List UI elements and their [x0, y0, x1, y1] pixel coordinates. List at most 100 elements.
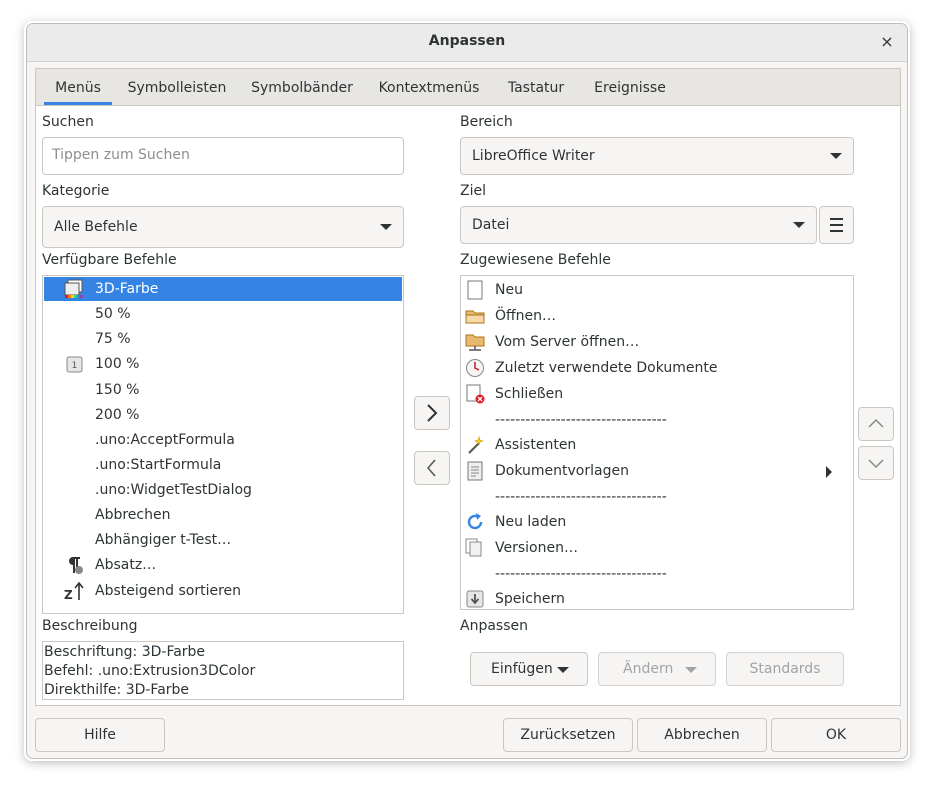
command-label: Abbrechen	[95, 507, 171, 523]
recent-documents-icon	[466, 359, 484, 377]
tab-frame: Menüs Symbolleisten Symbolbänder Kontext…	[35, 68, 901, 706]
tab-events[interactable]: Ereignisse	[586, 69, 674, 105]
list-item[interactable]: Z Absteigend sortieren	[44, 579, 402, 603]
list-item[interactable]: Öffnen…	[462, 303, 852, 329]
list-item[interactable]: 200 %	[44, 403, 402, 427]
assigned-commands-list[interactable]: Neu Öffnen… Vom Server öffnen… Zuletzt v…	[460, 275, 854, 610]
list-item[interactable]: 3D-Farbe	[44, 277, 402, 301]
list-item[interactable]: Abhängiger t-Test…	[44, 528, 402, 552]
list-item[interactable]: Abbrechen	[44, 503, 402, 527]
scope-value: LibreOffice Writer	[472, 148, 595, 164]
remove-command-button[interactable]	[414, 451, 450, 485]
chevron-left-icon	[427, 459, 436, 477]
list-item[interactable]: 75 %	[44, 327, 402, 351]
command-label: Vom Server öffnen…	[495, 334, 640, 350]
reset-button[interactable]: Zurücksetzen	[503, 718, 633, 752]
insert-button[interactable]: Einfügen	[470, 652, 588, 686]
tab-notebookbars[interactable]: Symbolbänder	[246, 69, 358, 105]
separator-label: ----------------------------------	[495, 566, 667, 582]
zoom-100-icon: 1	[66, 356, 83, 373]
separator-item[interactable]: ----------------------------------	[462, 561, 852, 587]
list-item[interactable]: Neu laden	[462, 509, 852, 535]
svg-text:1: 1	[72, 361, 78, 371]
list-item[interactable]: .uno:WidgetTestDialog	[44, 478, 402, 502]
list-item[interactable]: Zuletzt verwendete Dokumente	[462, 355, 852, 381]
command-label: Dokumentvorlagen	[495, 463, 629, 479]
available-commands-list[interactable]: 3D-Farbe 50 % 75 % 1 100 % 150 % 200 % .…	[42, 275, 404, 614]
list-item[interactable]: 50 %	[44, 302, 402, 326]
move-up-button[interactable]	[858, 407, 894, 441]
tab-toolbars[interactable]: Symbolleisten	[122, 69, 232, 105]
scope-label: Bereich	[460, 114, 513, 130]
modify-button-label: Ändern	[623, 661, 674, 677]
defaults-button[interactable]: Standards	[726, 652, 844, 686]
chevron-down-icon	[685, 667, 697, 673]
list-item[interactable]: Assistenten	[462, 432, 852, 458]
chevron-down-icon	[868, 459, 884, 469]
command-label: Assistenten	[495, 437, 577, 453]
description-line: Beschriftung: 3D-Farbe	[44, 644, 206, 660]
command-label: Schließen	[495, 386, 564, 402]
list-item[interactable]: Neu	[462, 277, 852, 303]
search-input[interactable]: Tippen zum Suchen	[42, 137, 404, 175]
list-item[interactable]: .uno:AcceptFormula	[44, 428, 402, 452]
title-bar: Anpassen ×	[27, 24, 907, 62]
target-value: Datei	[472, 217, 510, 233]
modify-button[interactable]: Ändern	[598, 652, 716, 686]
close-icon[interactable]: ×	[877, 32, 897, 52]
description-label: Beschreibung	[42, 618, 138, 634]
description-line: Befehl: .uno:Extrusion3DColor	[44, 663, 256, 679]
reload-icon	[467, 513, 483, 530]
3d-color-icon	[64, 279, 83, 298]
category-value: Alle Befehle	[54, 219, 138, 235]
paragraph-icon	[69, 557, 83, 574]
dialog-title: Anpassen	[428, 33, 506, 49]
save-icon	[466, 590, 484, 608]
move-down-button[interactable]	[858, 446, 894, 480]
remote-folder-icon	[465, 334, 485, 351]
list-item[interactable]: Versionen…	[462, 535, 852, 561]
separator-item[interactable]: ----------------------------------	[462, 484, 852, 510]
category-select[interactable]: Alle Befehle	[42, 206, 404, 248]
list-item[interactable]: 1 100 %	[44, 352, 402, 376]
svg-text:Z: Z	[64, 588, 73, 601]
list-item[interactable]: Schließen	[462, 381, 852, 407]
target-select[interactable]: Datei	[460, 206, 817, 244]
command-label: 75 %	[95, 331, 131, 347]
assigned-commands-label: Zugewiesene Befehle	[460, 252, 611, 268]
sort-descending-icon: Z	[64, 581, 84, 601]
target-menu-button[interactable]	[819, 206, 854, 244]
cancel-button[interactable]: Abbrechen	[637, 718, 767, 752]
help-button[interactable]: Hilfe	[35, 718, 165, 752]
list-item[interactable]: Absatz…	[44, 553, 402, 577]
list-item[interactable]: Speichern	[462, 586, 852, 609]
chevron-down-icon	[380, 224, 392, 230]
list-item[interactable]: Dokumentvorlagen	[462, 458, 852, 484]
scope-select[interactable]: LibreOffice Writer	[460, 137, 854, 175]
close-document-icon	[466, 384, 485, 404]
add-command-button[interactable]	[414, 396, 450, 430]
command-label: 150 %	[95, 382, 140, 398]
new-document-icon	[467, 280, 483, 300]
list-item[interactable]: Vom Server öffnen…	[462, 329, 852, 355]
open-folder-icon	[465, 310, 485, 324]
separator-item[interactable]: ----------------------------------	[462, 407, 852, 433]
wizard-icon	[468, 436, 484, 454]
submenu-arrow-icon	[826, 466, 832, 478]
chevron-up-icon	[868, 418, 884, 428]
chevron-down-icon	[830, 153, 842, 159]
templates-icon	[467, 461, 483, 481]
command-label: .uno:WidgetTestDialog	[95, 482, 252, 498]
command-label: .uno:AcceptFormula	[95, 432, 235, 448]
tab-menus[interactable]: Menüs	[44, 69, 112, 105]
list-item[interactable]: .uno:StartFormula	[44, 453, 402, 477]
command-label: 3D-Farbe	[95, 281, 159, 297]
chevron-down-icon	[793, 222, 805, 228]
ok-button[interactable]: OK	[771, 718, 901, 752]
tab-keyboard[interactable]: Tastatur	[499, 69, 573, 105]
command-label: Abhängiger t-Test…	[95, 532, 232, 548]
description-box: Beschriftung: 3D-Farbe Befehl: .uno:Extr…	[42, 641, 404, 700]
tab-context-menus[interactable]: Kontextmenüs	[372, 69, 486, 105]
search-label: Suchen	[42, 114, 94, 130]
list-item[interactable]: 150 %	[44, 378, 402, 402]
